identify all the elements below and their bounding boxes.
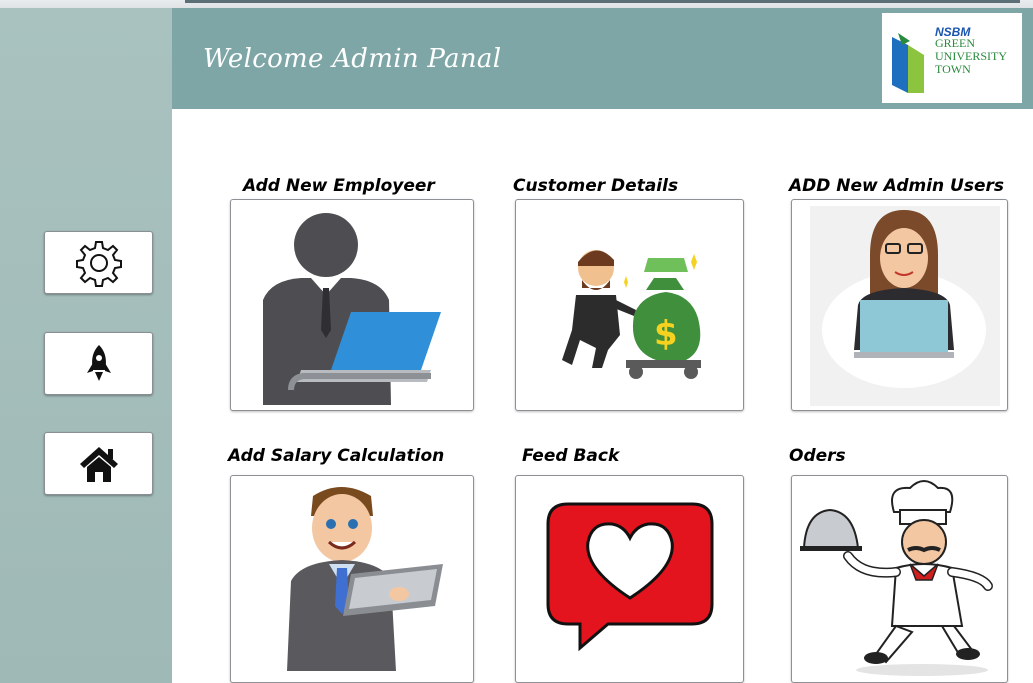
feedback-label: Feed Back xyxy=(522,446,620,466)
rocket-icon xyxy=(86,344,111,381)
home-button[interactable] xyxy=(44,432,153,495)
sidebar xyxy=(0,8,172,683)
gear-icon xyxy=(75,240,122,287)
settings-button[interactable] xyxy=(44,231,153,294)
add-admin-users-button[interactable] xyxy=(791,199,1008,411)
header-bar: Welcome Admin Panal NSBM GREEN UNIVERSIT… xyxy=(172,8,1033,109)
heart-chat-icon xyxy=(546,502,714,652)
chef-icon xyxy=(800,480,993,676)
svg-text:$: $ xyxy=(654,314,678,354)
launch-button[interactable] xyxy=(44,332,153,395)
add-employee-button[interactable] xyxy=(230,199,474,411)
salary-calculation-button[interactable] xyxy=(230,475,474,683)
logo-tagline: GREEN UNIVERSITY TOWN xyxy=(935,36,1007,76)
add-employee-label: Add New Employeer xyxy=(243,176,435,196)
add-admin-users-label: ADD New Admin Users xyxy=(789,176,1004,196)
employee-laptop-icon xyxy=(263,213,441,405)
customer-details-label: Customer Details xyxy=(513,176,679,196)
woman-laptop-icon xyxy=(810,206,1000,406)
orders-label: Oders xyxy=(789,446,846,466)
salary-calculation-label: Add Salary Calculation xyxy=(228,446,445,466)
money-bag-cart-icon: $ xyxy=(562,250,701,379)
orders-button[interactable] xyxy=(791,475,1008,683)
university-logo: NSBM GREEN UNIVERSITY TOWN xyxy=(882,13,1022,103)
home-icon xyxy=(79,446,118,482)
page-title: Welcome Admin Panal xyxy=(203,44,502,74)
feedback-button[interactable] xyxy=(515,475,744,683)
customer-details-button[interactable]: $ xyxy=(515,199,744,411)
window-top-strip xyxy=(0,0,1033,8)
man-clipboard-icon xyxy=(287,487,443,671)
